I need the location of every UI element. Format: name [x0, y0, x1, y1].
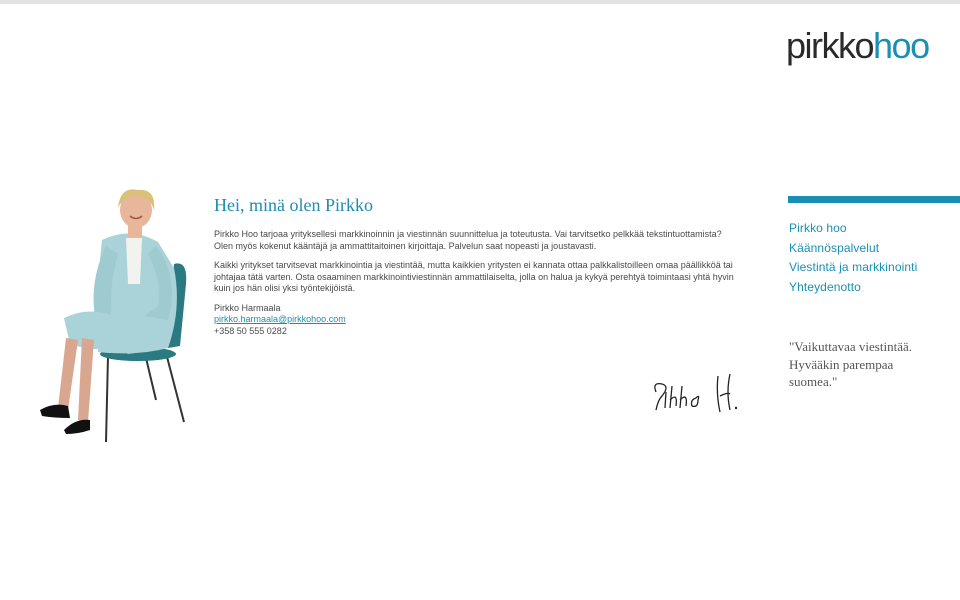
main-navigation: Pirkko hoo Käännöspalvelut Viestintä ja …	[789, 219, 959, 297]
nav-item-pirkko-hoo[interactable]: Pirkko hoo	[789, 219, 959, 239]
site-logo[interactable]: pirkkohoo	[786, 18, 946, 76]
contact-name: Pirkko Harmaala	[214, 302, 281, 313]
browser-top-border	[0, 0, 960, 4]
nav-item-kaannospalvelut[interactable]: Käännöspalvelut	[789, 239, 959, 259]
woman-seated-photo	[18, 188, 198, 446]
body-paragraph: Kaikki yritykset tarvitsevat markkinoint…	[214, 260, 734, 293]
contact-block: Pirkko Harmaala pirkko.harmaala@pirkkoho…	[214, 303, 738, 338]
signature-image	[648, 370, 742, 420]
contact-phone: +358 50 555 0282	[214, 325, 287, 336]
intro-paragraph: Pirkko Hoo tarjoaa yrityksellesi markkin…	[214, 229, 722, 251]
page-heading: Hei, minä olen Pirkko	[214, 195, 373, 215]
logo-word-pirkko: pirkko	[786, 25, 875, 66]
sidebar-accent-bar	[788, 196, 960, 203]
nav-item-yhteydenotto[interactable]: Yhteydenotto	[789, 278, 959, 298]
logo-word-hoo: hoo	[873, 25, 930, 66]
nav-item-viestinta-ja-markkinointi[interactable]: Viestintä ja markkinointi	[789, 258, 959, 278]
contact-email-link[interactable]: pirkko.harmaala@pirkkohoo.com	[214, 314, 346, 324]
slogan-quote: "Vaikuttavaa viestintää. Hyvääkin paremp…	[789, 339, 912, 389]
main-content: Hei, minä olen Pirkko Pirkko Hoo tarjoaa…	[214, 194, 738, 337]
